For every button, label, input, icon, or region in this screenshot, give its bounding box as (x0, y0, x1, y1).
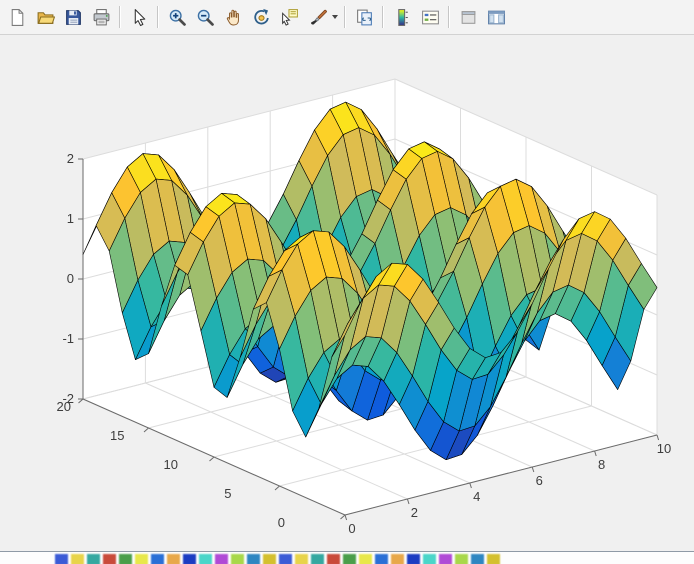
sliver-color-block (183, 554, 196, 564)
colorbar-icon (393, 8, 412, 27)
insert-colorbar-button[interactable] (388, 3, 416, 31)
sliver-color-block (487, 554, 500, 564)
zoom-in-icon (168, 8, 187, 27)
sliver-color-block (375, 554, 388, 564)
new-document-icon (8, 8, 27, 27)
sliver-color-block (87, 554, 100, 564)
tick-label: 8 (598, 457, 605, 472)
insert-legend-button[interactable] (416, 3, 444, 31)
tick-label: 2 (411, 505, 418, 520)
tick-label: 0 (348, 521, 355, 536)
show-plot-tools-button[interactable] (482, 3, 510, 31)
link-plot-icon (355, 8, 374, 27)
tick-label: -1 (62, 331, 74, 346)
toolbar-separator (119, 6, 121, 28)
tick-label: 4 (473, 489, 480, 504)
caret-down-icon (331, 15, 338, 19)
figure-canvas: 0 2 4 6 8 10 0 5 10 15 20 -2 -1 0 1 2 (0, 36, 694, 551)
link-plot-button[interactable] (350, 3, 378, 31)
open-folder-icon (36, 8, 55, 27)
tick-label: 5 (224, 486, 231, 501)
toolbar-separator (382, 6, 384, 28)
data-cursor-button[interactable] (275, 3, 303, 31)
figure-toolbar (0, 0, 694, 35)
tick-label: 1 (67, 211, 74, 226)
tick-label: 0 (67, 271, 74, 286)
tick-label: 10 (657, 441, 671, 456)
save-figure-button[interactable] (59, 3, 87, 31)
zoom-out-button[interactable] (191, 3, 219, 31)
brush-button[interactable] (303, 3, 331, 31)
tick-label: 2 (67, 151, 74, 166)
sliver-color-block (103, 554, 116, 564)
sliver-color-block (71, 554, 84, 564)
toolbar-separator (344, 6, 346, 28)
save-icon (64, 8, 83, 27)
sliver-color-block (343, 554, 356, 564)
zoom-in-button[interactable] (163, 3, 191, 31)
hide-plot-tools-button[interactable] (454, 3, 482, 31)
sliver-color-block (167, 554, 180, 564)
sliver-color-block (215, 554, 228, 564)
printer-icon (92, 8, 111, 27)
rotate-3d-button[interactable] (247, 3, 275, 31)
tick-label: 6 (536, 473, 543, 488)
print-figure-button[interactable] (87, 3, 115, 31)
legend-icon (421, 8, 440, 27)
tick-label: -2 (62, 391, 74, 406)
hide-plot-tools-icon (459, 8, 478, 27)
show-plot-tools-icon (487, 8, 506, 27)
background-window-sliver (0, 551, 694, 564)
toolbar-separator (448, 6, 450, 28)
sliver-color-block (391, 554, 404, 564)
matlab-figure-window: 0 2 4 6 8 10 0 5 10 15 20 -2 -1 0 1 2 (0, 0, 694, 564)
sliver-color-block (119, 554, 132, 564)
sliver-color-block (311, 554, 324, 564)
sliver-color-block (151, 554, 164, 564)
new-figure-button[interactable] (3, 3, 31, 31)
rotate-3d-icon (252, 8, 271, 27)
sliver-color-block (359, 554, 372, 564)
sliver-color-block (263, 554, 276, 564)
sliver-color-block (439, 554, 452, 564)
toolbar-separator (157, 6, 159, 28)
sliver-color-block (471, 554, 484, 564)
tick-label: 0 (278, 515, 285, 530)
sliver-color-block (295, 554, 308, 564)
surface-plot[interactable]: 024681005101520-2-1012 (0, 36, 694, 551)
arrow-cursor-icon (130, 8, 149, 27)
sliver-color-block (247, 554, 260, 564)
open-file-button[interactable] (31, 3, 59, 31)
zoom-out-icon (196, 8, 215, 27)
data-cursor-icon (280, 8, 299, 27)
sliver-color-block (327, 554, 340, 564)
brush-button-dropdown[interactable] (329, 4, 340, 30)
sliver-color-block (231, 554, 244, 564)
pan-button[interactable] (219, 3, 247, 31)
sliver-color-block (135, 554, 148, 564)
brush-icon (308, 8, 327, 27)
sliver-color-block (279, 554, 292, 564)
sliver-color-block (55, 554, 68, 564)
sliver-color-block (455, 554, 468, 564)
tick-label: 15 (110, 428, 124, 443)
edit-plot-button[interactable] (125, 3, 153, 31)
sliver-color-block (199, 554, 212, 564)
sliver-color-block (407, 554, 420, 564)
tick-label: 10 (164, 457, 178, 472)
sliver-color-block (423, 554, 436, 564)
hand-icon (224, 8, 243, 27)
